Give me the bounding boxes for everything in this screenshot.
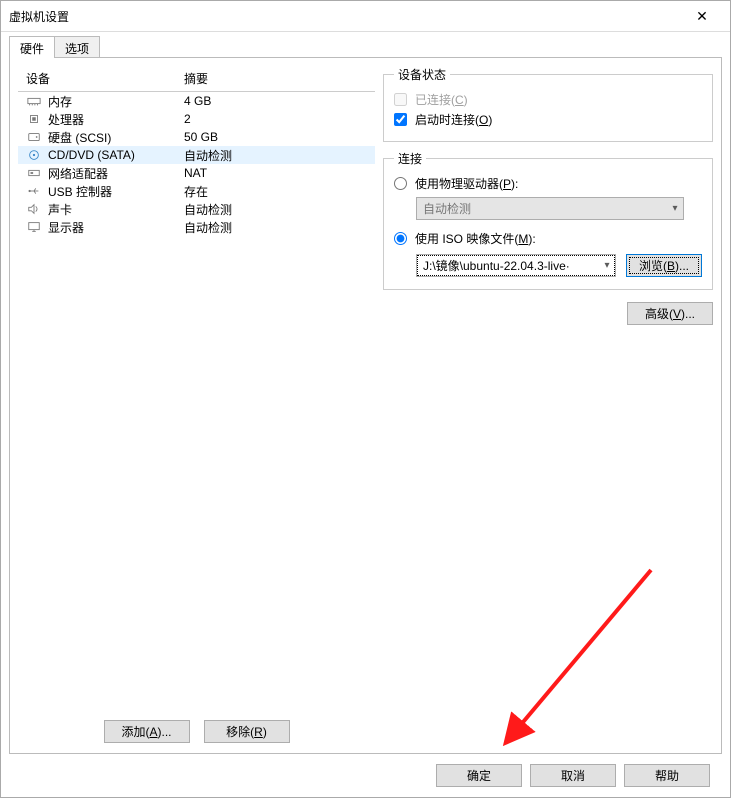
- window-title: 虚拟机设置: [9, 8, 69, 25]
- iso-path-row: J:\镜像\ubuntu-22.04.3-live· ▾ 浏览(B)...: [416, 254, 702, 277]
- hardware-row-cd[interactable]: CD/DVD (SATA)自动检测: [18, 146, 375, 164]
- iso-path-value: J:\镜像\ubuntu-22.04.3-live·: [423, 257, 570, 274]
- physical-drive-value: 自动检测: [423, 200, 471, 217]
- chevron-down-icon: ▾: [667, 203, 683, 214]
- header-device: 设备: [26, 70, 184, 87]
- cpu-icon: [26, 112, 42, 126]
- connected-label: 已连接(C): [415, 91, 468, 108]
- use-iso-label: 使用 ISO 映像文件(M):: [415, 230, 536, 247]
- help-button[interactable]: 帮助: [624, 764, 710, 787]
- tab-options[interactable]: 选项: [54, 36, 100, 58]
- device-name: 网络适配器: [48, 165, 184, 182]
- device-name: 内存: [48, 93, 184, 110]
- connect-at-power-on-checkbox[interactable]: [394, 113, 407, 126]
- device-summary: 自动检测: [184, 219, 232, 236]
- browse-button[interactable]: 浏览(B)...: [626, 254, 702, 277]
- connected-row: 已连接(C): [394, 89, 702, 109]
- display-icon: [26, 220, 42, 234]
- device-name: 声卡: [48, 201, 184, 218]
- connected-checkbox: [394, 93, 407, 106]
- device-summary: 自动检测: [184, 201, 232, 218]
- physical-drive-combo-wrap: 自动检测 ▾: [416, 197, 702, 220]
- hardware-buttons: 添加(A)... 移除(R): [18, 720, 375, 745]
- memory-icon: [26, 94, 42, 108]
- remove-button[interactable]: 移除(R): [204, 720, 290, 743]
- close-button[interactable]: ✕: [682, 2, 722, 30]
- tab-strip: 硬件 选项: [9, 36, 722, 58]
- iso-path-combo[interactable]: J:\镜像\ubuntu-22.04.3-live· ▾: [416, 254, 616, 277]
- hardware-row-nic[interactable]: 网络适配器NAT: [18, 164, 375, 182]
- connection-group: 连接 使用物理驱动器(P): 自动检测 ▾: [383, 150, 713, 290]
- device-summary: 4 GB: [184, 94, 211, 108]
- connect-at-power-on-label: 启动时连接(O): [415, 111, 492, 128]
- connect-at-power-on-row: 启动时连接(O): [394, 109, 702, 129]
- cancel-button[interactable]: 取消: [530, 764, 616, 787]
- device-name: 硬盘 (SCSI): [48, 129, 184, 146]
- device-summary: NAT: [184, 166, 207, 180]
- sound-icon: [26, 202, 42, 216]
- ok-button[interactable]: 确定: [436, 764, 522, 787]
- usb-icon: [26, 184, 42, 198]
- use-iso-row: 使用 ISO 映像文件(M):: [394, 228, 702, 248]
- nic-icon: [26, 166, 42, 180]
- device-summary: 存在: [184, 183, 208, 200]
- hardware-list-body: 内存4 GB处理器2硬盘 (SCSI)50 GBCD/DVD (SATA)自动检…: [18, 92, 375, 236]
- hdd-icon: [26, 130, 42, 144]
- tab-hardware[interactable]: 硬件: [9, 36, 55, 58]
- dialog-buttons: 确定 取消 帮助: [9, 754, 722, 797]
- header-summary: 摘要: [184, 70, 208, 87]
- close-icon: ✕: [696, 8, 708, 25]
- tab-underline: [9, 57, 722, 58]
- tab-content: 设备 摘要 内存4 GB处理器2硬盘 (SCSI)50 GBCD/DVD (SA…: [9, 58, 722, 754]
- hardware-list[interactable]: 设备 摘要 内存4 GB处理器2硬盘 (SCSI)50 GBCD/DVD (SA…: [18, 66, 375, 714]
- use-physical-row: 使用物理驱动器(P):: [394, 173, 702, 193]
- hardware-list-header: 设备 摘要: [18, 66, 375, 92]
- use-physical-label: 使用物理驱动器(P):: [415, 175, 518, 192]
- device-name: 处理器: [48, 111, 184, 128]
- settings-panel: 设备状态 已连接(C) 启动时连接(O): [383, 66, 713, 745]
- use-physical-radio[interactable]: [394, 177, 407, 190]
- advanced-row: 高级(V)...: [383, 302, 713, 325]
- titlebar: 虚拟机设置 ✕: [1, 1, 730, 32]
- cd-icon: [26, 148, 42, 162]
- device-name: CD/DVD (SATA): [48, 148, 184, 162]
- dialog-body: 硬件 选项 设备 摘要 内存4 GB处理器2硬盘 (SCSI)50 GBCD/D…: [1, 32, 730, 797]
- device-name: 显示器: [48, 219, 184, 236]
- device-name: USB 控制器: [48, 183, 184, 200]
- hardware-row-display[interactable]: 显示器自动检测: [18, 218, 375, 236]
- dialog-window: 虚拟机设置 ✕ 硬件 选项 设备 摘要 内存4 GB处理器2硬盘 (SCSI)5…: [0, 0, 731, 798]
- hardware-row-sound[interactable]: 声卡自动检测: [18, 200, 375, 218]
- advanced-button[interactable]: 高级(V)...: [627, 302, 713, 325]
- hardware-row-hdd[interactable]: 硬盘 (SCSI)50 GB: [18, 128, 375, 146]
- device-summary: 自动检测: [184, 147, 232, 164]
- chevron-down-icon: ▾: [599, 260, 615, 271]
- use-iso-radio[interactable]: [394, 232, 407, 245]
- add-button[interactable]: 添加(A)...: [104, 720, 190, 743]
- device-status-group: 设备状态 已连接(C) 启动时连接(O): [383, 66, 713, 142]
- connection-legend: 连接: [394, 150, 426, 167]
- device-summary: 50 GB: [184, 130, 218, 144]
- hardware-row-usb[interactable]: USB 控制器存在: [18, 182, 375, 200]
- hardware-panel: 设备 摘要 内存4 GB处理器2硬盘 (SCSI)50 GBCD/DVD (SA…: [18, 66, 375, 745]
- physical-drive-combo: 自动检测 ▾: [416, 197, 684, 220]
- hardware-row-cpu[interactable]: 处理器2: [18, 110, 375, 128]
- device-status-legend: 设备状态: [394, 66, 450, 83]
- hardware-row-memory[interactable]: 内存4 GB: [18, 92, 375, 110]
- device-summary: 2: [184, 112, 191, 126]
